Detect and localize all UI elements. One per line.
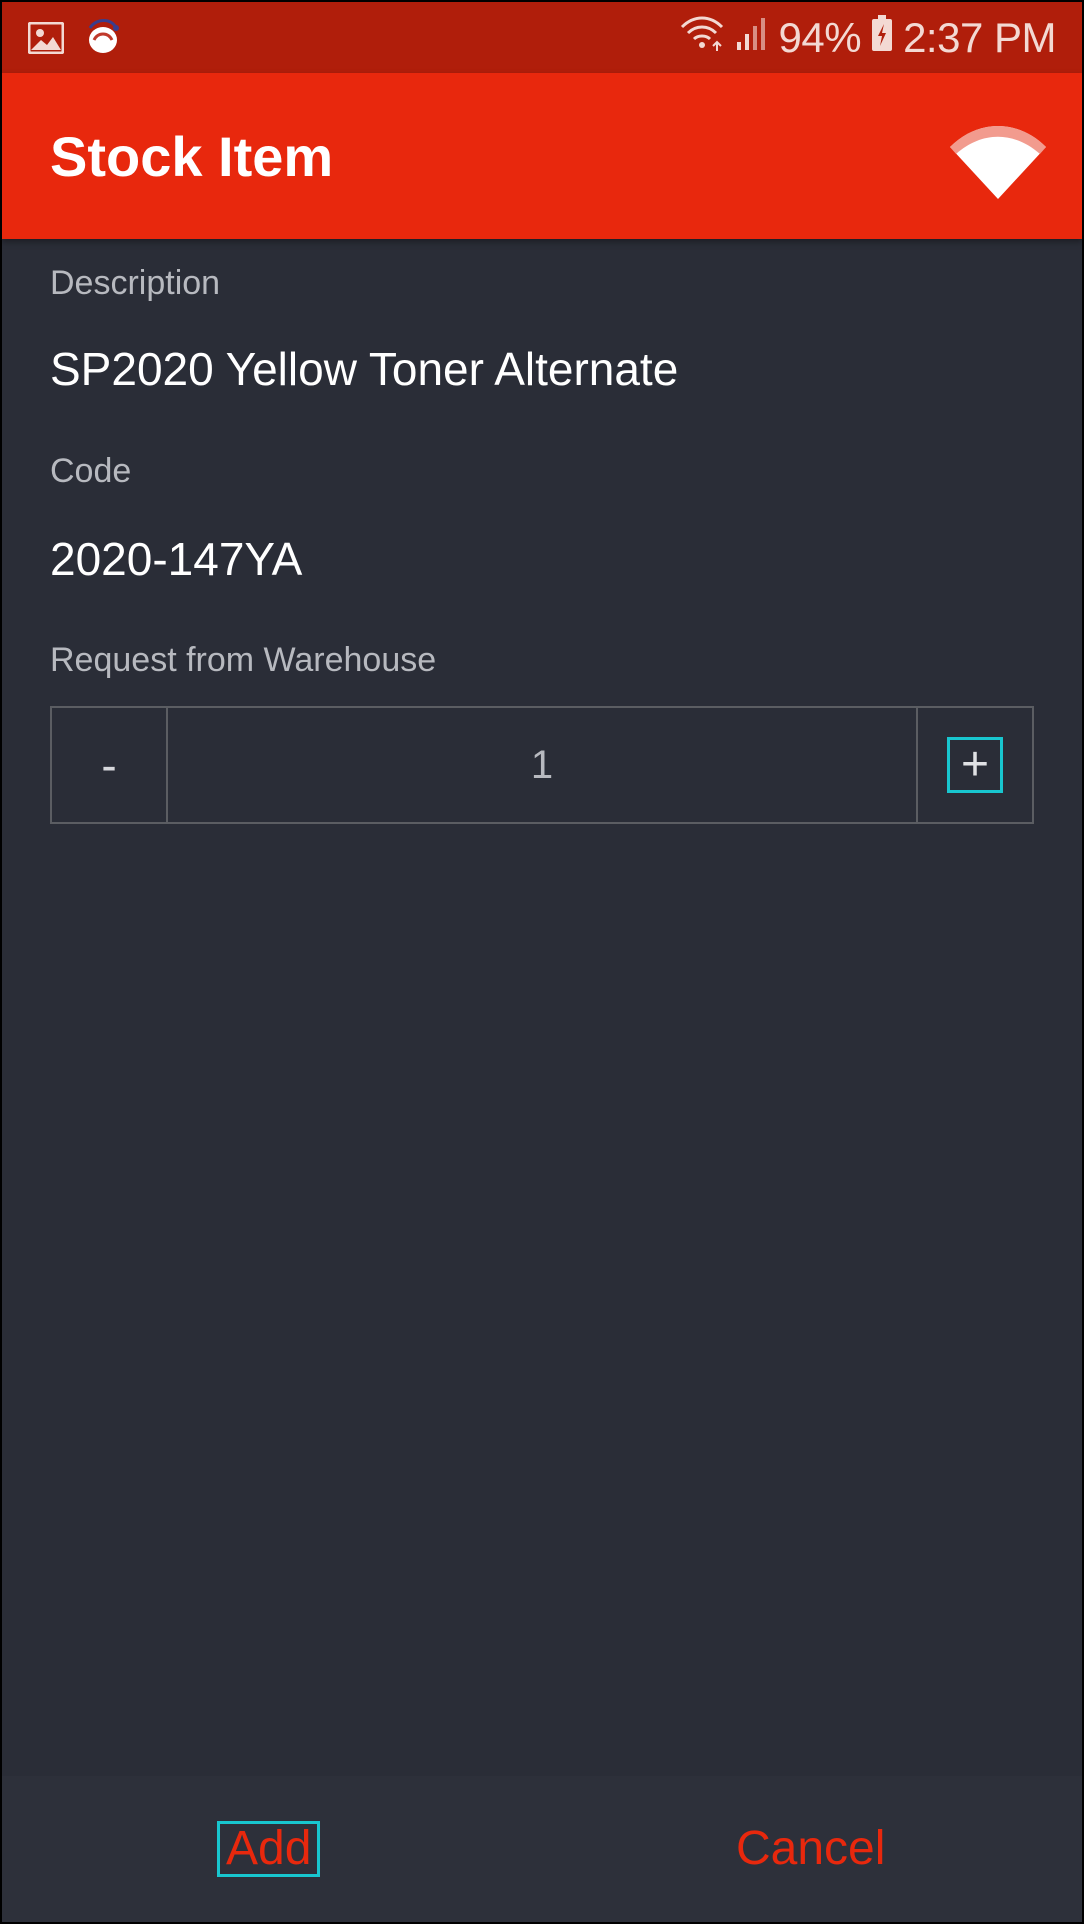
battery-charging-icon [871, 14, 893, 61]
cell-signal-icon [735, 14, 769, 61]
image-icon [27, 21, 65, 59]
request-label: Request from Warehouse [50, 641, 437, 679]
app-bar: Stock Item [2, 73, 1082, 239]
increment-button[interactable]: + [916, 708, 1032, 822]
description-label: Description [50, 264, 221, 302]
notification-app-icon [82, 18, 124, 63]
decrement-button[interactable]: - [52, 708, 168, 822]
status-bar: 94% 2:37 PM [2, 2, 1082, 73]
add-button[interactable]: Add [217, 1821, 321, 1877]
description-value: SP2020 Yellow Toner Alternate [50, 343, 679, 395]
quantity-value[interactable]: 1 [168, 708, 916, 822]
code-label: Code [50, 452, 132, 490]
plus-icon: + [947, 737, 1003, 793]
page-title: Stock Item [50, 125, 334, 188]
wifi-signal-icon [679, 14, 725, 61]
quantity-stepper: - 1 + [50, 706, 1034, 824]
code-value: 2020-147YA [50, 533, 303, 585]
status-bar-right: 94% 2:37 PM [679, 14, 1056, 61]
battery-percent: 94% [778, 13, 862, 61]
clock: 2:37 PM [903, 13, 1056, 61]
screen: 94% 2:37 PM Stock Item Description SP202… [2, 2, 1082, 1922]
action-bar: Add Cancel [2, 1776, 1082, 1922]
cancel-button[interactable]: Cancel [736, 1824, 885, 1874]
wifi-logo-icon [950, 123, 1046, 204]
status-bar-left [27, 18, 124, 63]
